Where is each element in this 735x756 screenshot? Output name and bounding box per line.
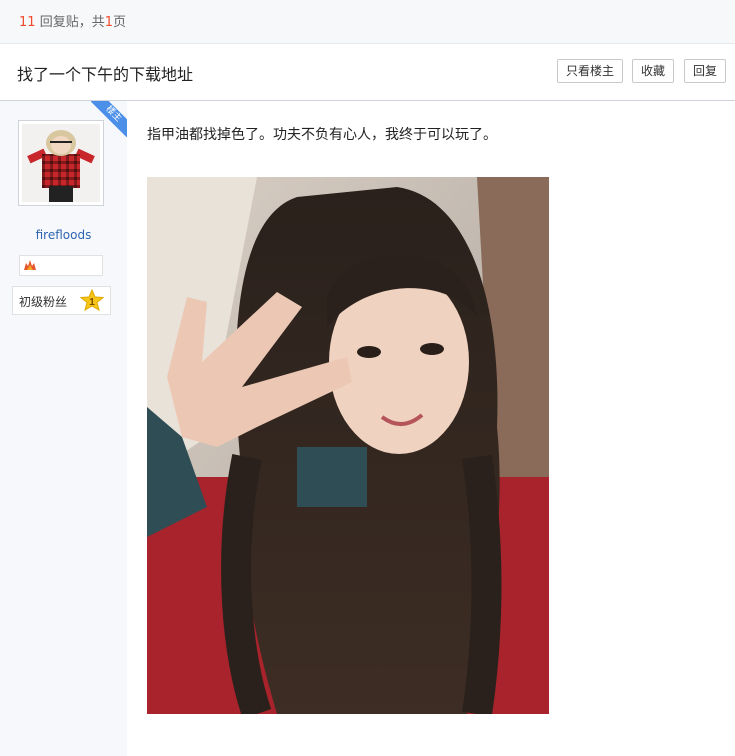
fan-level-box: 初级粉丝 1	[12, 286, 111, 315]
reply-button[interactable]: 回复	[684, 59, 726, 83]
reply-text: 回复贴，共	[39, 15, 105, 30]
reply-count: 11	[19, 15, 36, 30]
level-star-icon: 1	[80, 289, 104, 311]
fan-level-title: 初级粉丝	[19, 295, 68, 309]
avatar-image	[22, 124, 100, 202]
username-link[interactable]: firefloods	[0, 228, 127, 242]
level-number: 1	[89, 297, 95, 308]
fan-badge-box	[19, 255, 103, 276]
post-photo[interactable]	[147, 177, 549, 714]
page-count: 1	[104, 15, 113, 30]
reply-count-info: 11 回复贴，共1页	[19, 11, 126, 30]
top-bar: 11 回复贴，共1页	[0, 0, 735, 44]
favorite-button[interactable]: 收藏	[632, 59, 674, 83]
thread-header: 找了一个下午的下载地址 只看楼主 收藏 回复	[0, 44, 735, 101]
avatar[interactable]	[18, 120, 104, 206]
only-op-button[interactable]: 只看楼主	[557, 59, 623, 83]
fire-icon	[23, 259, 37, 274]
thread-title: 找了一个下午的下载地址	[17, 65, 194, 84]
photo-image	[147, 177, 549, 714]
post-text: 指甲油都找掉色了。功夫不负有心人，我终于可以玩了。	[147, 127, 497, 143]
page-text: 页	[112, 15, 126, 30]
